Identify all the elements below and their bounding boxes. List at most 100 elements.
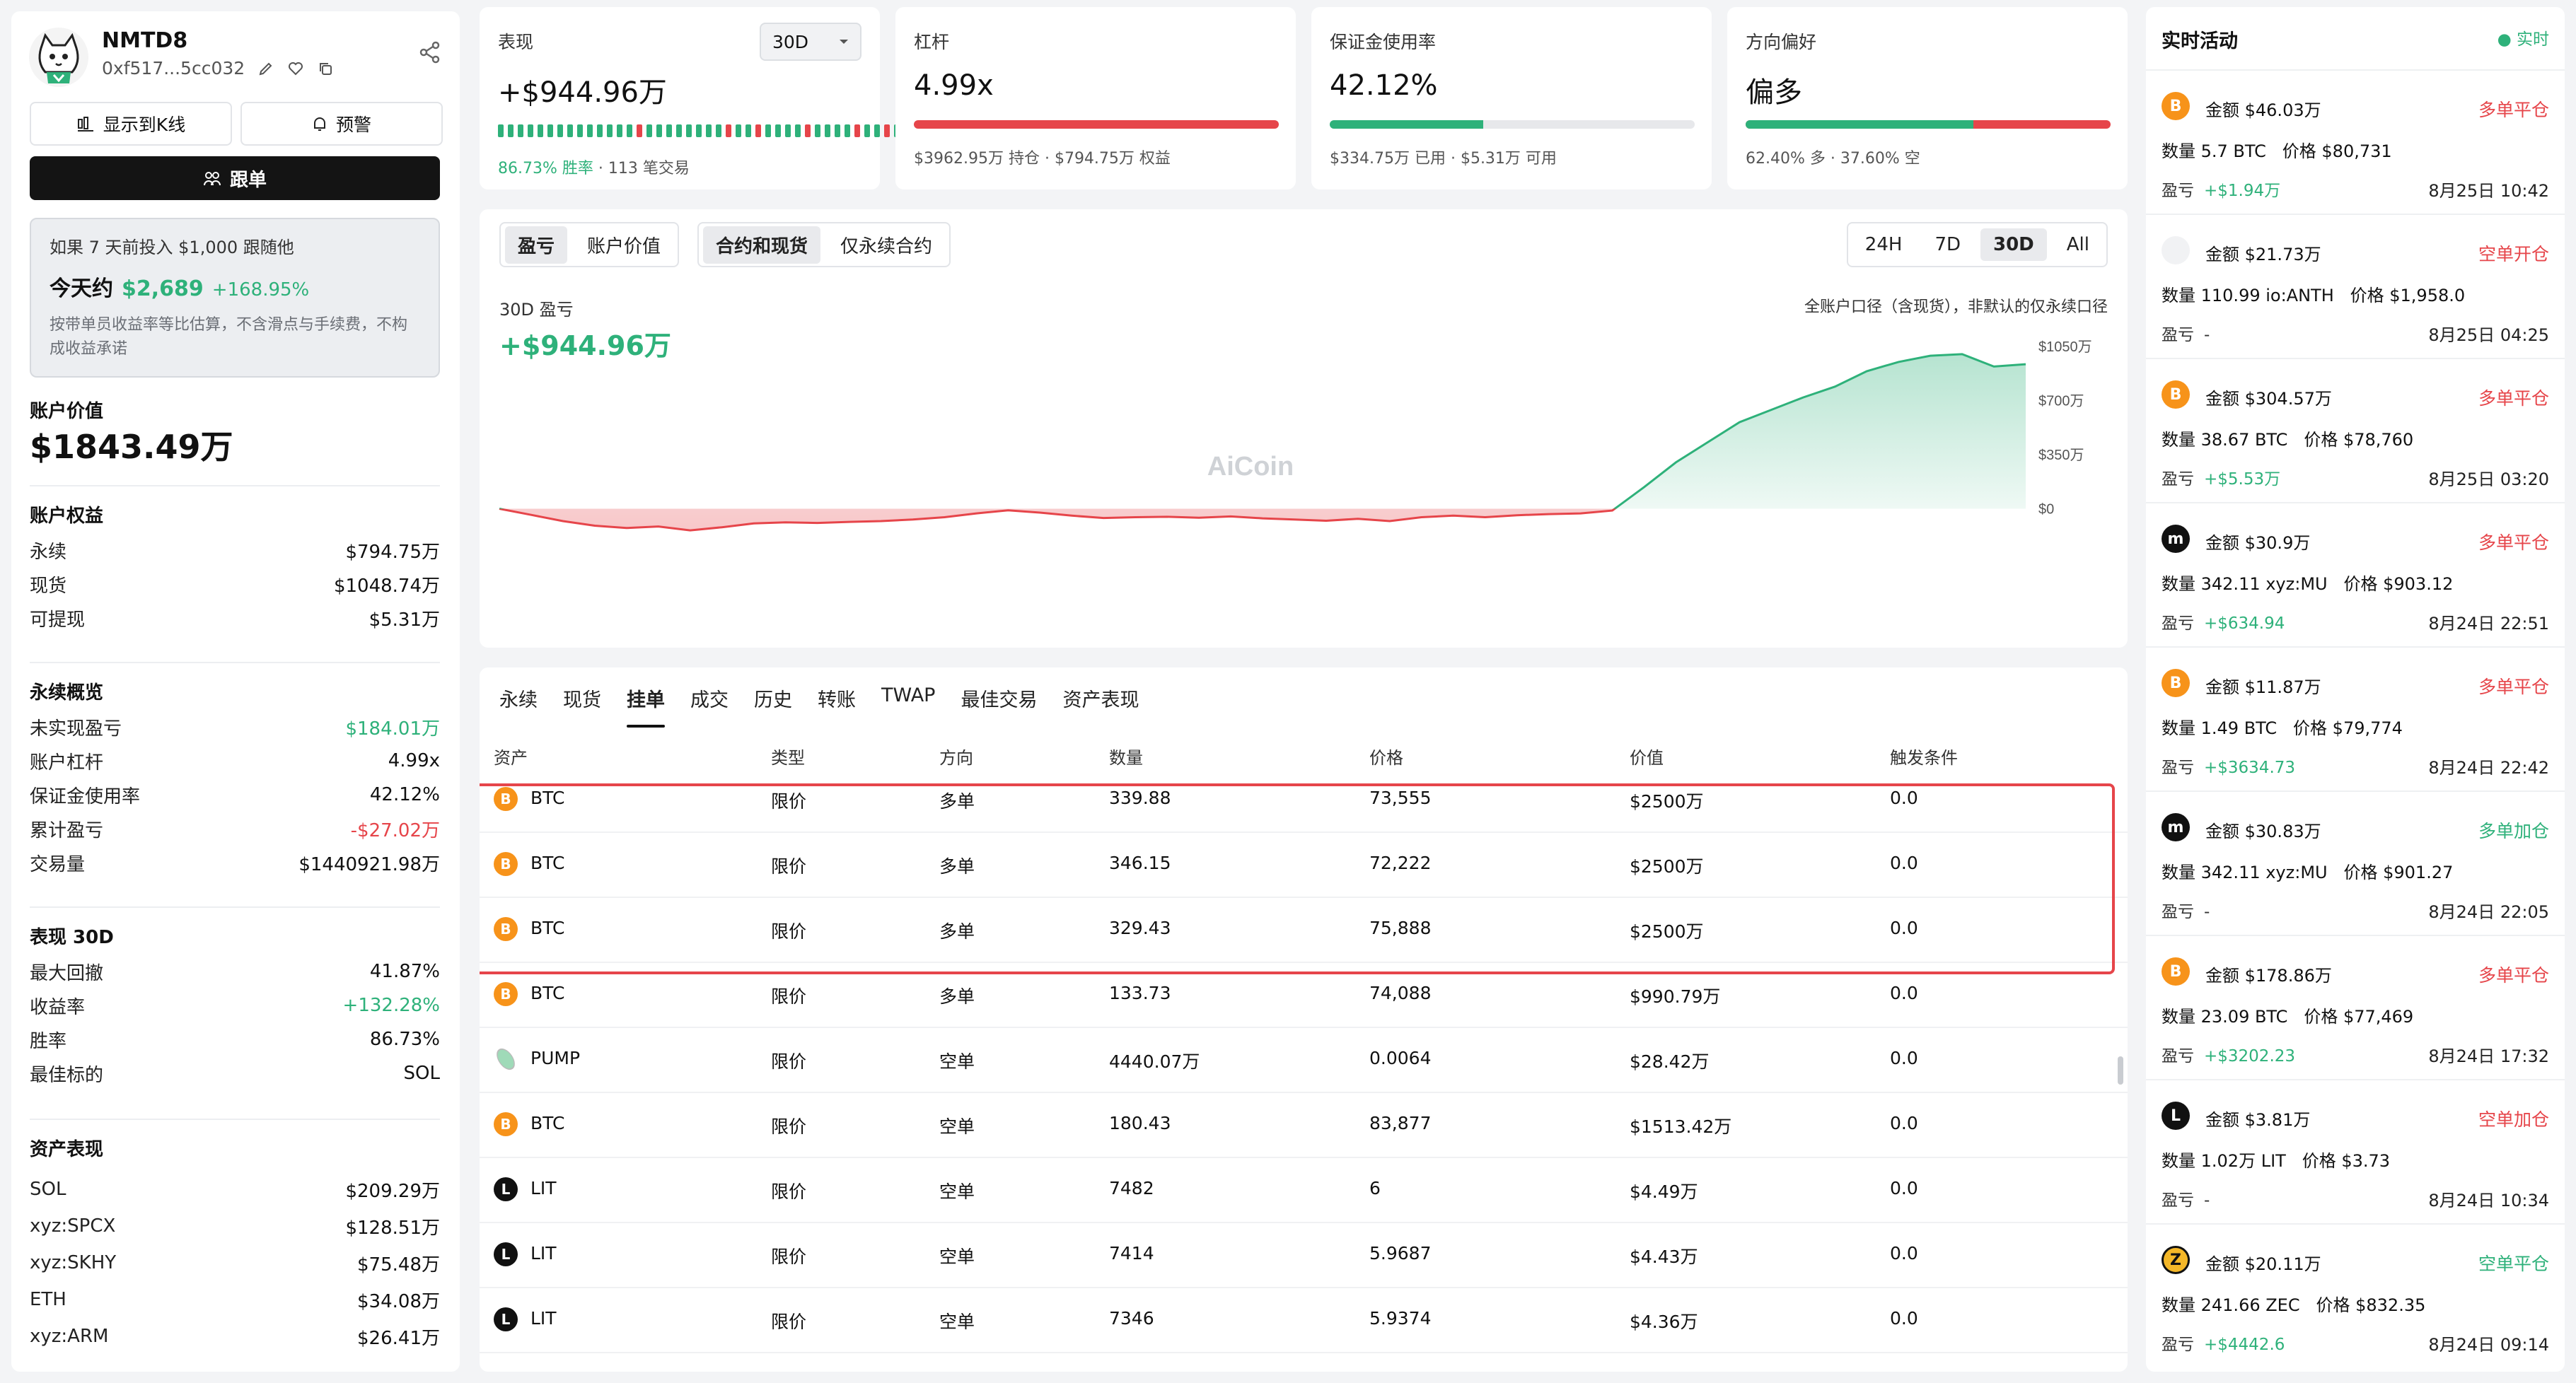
tab-perp-only[interactable]: 仅永续合约 — [828, 226, 945, 264]
kv-value: $75.48万 — [357, 1254, 440, 1276]
tab-1[interactable]: 现货 — [563, 684, 601, 712]
simulation-value: $2,689 — [122, 276, 204, 301]
period-select[interactable]: 30D — [760, 23, 861, 61]
tab-contract-spot[interactable]: 合约和现货 — [703, 226, 821, 264]
order-row[interactable]: B BTC 限价 多单 329.43 75,888 $2500万 0.0 — [480, 897, 2128, 963]
kv-label: 胜率 — [30, 1030, 67, 1052]
activity-item[interactable]: m 金额 $30.9万 多单平仓 数量 342.11 xyz:MU 价格 $903.1… — [2146, 502, 2565, 648]
order-row[interactable]: B BTC 限价 多单 133.73 74,088 $990.79万 0.0 — [480, 962, 2128, 1028]
kv-label: xyz:SPCX — [30, 1215, 116, 1237]
order-row[interactable]: L LIT 限价 空单 7414 5.9687 $4.43万 0.0 — [480, 1222, 2128, 1288]
kv-label: xyz:SKHY — [30, 1252, 117, 1273]
tab-7[interactable]: 最佳交易 — [961, 684, 1037, 712]
activity-item[interactable]: B 金额 $11.87万 多单平仓 数量 1.49 BTC 价格 $79,774 盈亏 +… — [2146, 646, 2565, 792]
order-type: 限价 — [771, 1181, 807, 1202]
margin-sub: $334.75万 已用 · $5.31万 可用 — [1330, 150, 1557, 168]
order-row[interactable]: B BTC 限价 空单 180.43 83,877 $1513.42万 0.0 — [480, 1092, 2128, 1158]
tab-7d[interactable]: 7D — [1922, 228, 1973, 261]
tab-pnl[interactable]: 盈亏 — [505, 226, 568, 264]
tab-account-value[interactable]: 账户价值 — [574, 226, 673, 264]
tab-0[interactable]: 永续 — [499, 684, 538, 712]
kv-label: ETH — [30, 1289, 66, 1310]
tab-6[interactable]: TWAP — [881, 684, 935, 712]
perp-overview-list: 未实现盈亏 $184.01万 账户杠杆 4.99x 保证金使用率 42.12% 累计盈亏 -$… — [30, 710, 440, 880]
caret-down-icon — [840, 40, 848, 44]
order-row[interactable]: L LIT 限价 空单 7482 6 $4.49万 0.0 — [480, 1157, 2128, 1223]
activity-action: 空单平仓 — [2478, 1254, 2549, 1274]
activity-time: 8月24日 22:51 — [2428, 614, 2549, 634]
tab-3[interactable]: 成交 — [690, 684, 729, 712]
chart-subtitle: 30D 盈亏 — [499, 300, 574, 320]
trade-tick — [637, 124, 642, 137]
lit-coin-icon: L — [2162, 1102, 2190, 1130]
trader-profile-panel: NMTD8 0xf517...5cc032 显示到K线 预警 跟单 如果 7 天… — [11, 11, 460, 1372]
bell-icon — [313, 117, 325, 131]
trade-tick — [805, 124, 811, 137]
order-price: 74,088 — [1369, 983, 1432, 1003]
order-qty: 346.15 — [1109, 853, 1171, 873]
activity-item[interactable]: B 金额 $46.03万 多单平仓 数量 5.7 BTC 价格 $80,731 盈亏 +$… — [2146, 69, 2565, 215]
tab-24h[interactable]: 24H — [1852, 228, 1915, 261]
column-header[interactable]: 触发条件 — [1890, 744, 1958, 769]
column-header[interactable]: 价格 — [1369, 744, 1403, 769]
column-header[interactable]: 资产 — [494, 744, 528, 769]
tab-5[interactable]: 转账 — [818, 684, 856, 712]
tab-4[interactable]: 历史 — [754, 684, 792, 712]
activity-item[interactable]: L 金额 $3.81万 空单加仓 数量 1.02万 LIT 价格 $3.73 盈亏 - 8月… — [2146, 1079, 2565, 1225]
trade-tick — [785, 124, 791, 137]
btc-coin-icon: B — [494, 787, 518, 811]
heart-icon[interactable] — [287, 60, 304, 77]
activity-item[interactable]: Z 金额 $20.11万 空单平仓 数量 241.66 ZEC 价格 $832.35 盈… — [2146, 1223, 2565, 1369]
performance-sub: 86.73% 胜率 · 113 笔交易 — [498, 156, 690, 178]
margin-bar-fill — [1330, 120, 1484, 129]
copy-icon[interactable] — [317, 60, 334, 77]
trade-tick — [775, 124, 781, 137]
trade-tick — [716, 124, 721, 137]
tab-8[interactable]: 资产表现 — [1062, 684, 1139, 712]
activity-item[interactable]: m 金额 $30.83万 多单加仓 数量 342.11 xyz:MU 价格 $901.… — [2146, 790, 2565, 936]
kv-row: xyz:SPCX $128.51万 — [30, 1208, 440, 1244]
chart-value: +$944.96万 — [499, 330, 671, 361]
kv-value: $209.29万 — [345, 1180, 440, 1202]
copy-trade-button[interactable]: 跟单 — [30, 156, 440, 200]
activity-item[interactable]: 金额 $21.73万 空单开仓 数量 110.99 io:ANTH 价格 $1,95… — [2146, 214, 2565, 359]
scrollbar[interactable] — [2118, 1056, 2123, 1085]
edit-icon[interactable] — [257, 60, 274, 77]
kv-label: 可提现 — [30, 609, 86, 631]
copy-trade-label: 跟单 — [229, 169, 267, 191]
leverage-sub: $3962.95万 持仓 · $794.75万 权益 — [914, 150, 1171, 168]
order-row[interactable]: B BTC 限价 多单 346.15 72,222 $2500万 0.0 — [480, 831, 2128, 898]
lit-coin-icon: L — [494, 1242, 518, 1266]
tab-30d[interactable]: 30D — [1980, 228, 2047, 261]
activity-time: 8月25日 10:42 — [2428, 181, 2549, 201]
column-header[interactable]: 类型 — [771, 744, 805, 769]
activity-amount: 金额 $3.81万 — [2205, 1110, 2311, 1130]
activity-item[interactable]: B 金额 $304.57万 多单平仓 数量 38.67 BTC 价格 $78,760 盈… — [2146, 358, 2565, 503]
order-row[interactable]: B BTC 限价 多单 339.88 73,555 $2500万 0.0 — [480, 766, 2128, 833]
leverage-title: 杠杆 — [914, 32, 950, 52]
activity-pnl-label: 盈亏 — [2162, 1191, 2194, 1210]
performance-card-title: 表现 — [498, 32, 534, 52]
order-value: $2500万 — [1630, 856, 1704, 877]
show-on-kline-button[interactable]: 显示到K线 — [30, 102, 232, 146]
btc-coin-icon: B — [494, 917, 518, 941]
column-header[interactable]: 价值 — [1630, 744, 1664, 769]
equity-list: 永续 $794.75万 现货 $1048.74万 可提现 $5.31万 — [30, 533, 440, 635]
order-row[interactable]: PUMP 限价 空单 4440.07万 0.0064 $28.42万 0.0 — [480, 1027, 2128, 1093]
activity-item[interactable]: B 金额 $178.86万 多单平仓 数量 23.09 BTC 价格 $77,469 盈… — [2146, 935, 2565, 1080]
follow-simulation-box: 如果 7 天前投入 $1,000 跟随他 今天约 $2,689 +168.95%… — [30, 218, 440, 378]
kv-value: $5.31万 — [369, 609, 440, 631]
margin-title: 保证金使用率 — [1330, 32, 1437, 52]
tab-all[interactable]: All — [2054, 228, 2102, 261]
column-header[interactable]: 方向 — [939, 744, 973, 769]
column-header[interactable]: 数量 — [1109, 744, 1143, 769]
order-row[interactable]: L LIT 限价 空单 7346 5.9374 $4.36万 0.0 — [480, 1287, 2128, 1353]
activity-time: 8月24日 17:32 — [2428, 1046, 2549, 1066]
trade-tick — [874, 124, 880, 137]
btc-coin-icon: B — [2162, 957, 2190, 986]
live-indicator: ● 实时 — [2497, 30, 2549, 49]
alert-button[interactable]: 预警 — [240, 102, 443, 146]
tab-2[interactable]: 挂单 — [627, 684, 665, 728]
margin-card: 保证金使用率 42.12% $334.75万 已用 · $5.31万 可用 — [1311, 7, 1712, 189]
share-icon[interactable] — [417, 40, 443, 65]
